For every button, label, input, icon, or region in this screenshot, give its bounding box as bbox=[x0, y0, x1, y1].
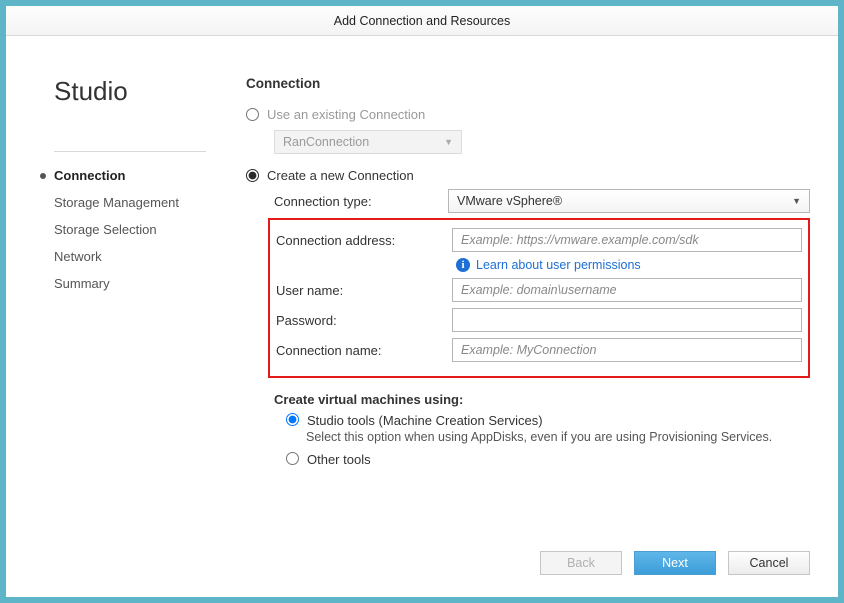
row-username: User name: bbox=[276, 278, 802, 302]
password-label: Password: bbox=[276, 313, 452, 328]
radio-existing-input[interactable] bbox=[246, 108, 259, 121]
nav-storage-selection[interactable]: Storage Selection bbox=[54, 216, 206, 243]
row-address: Connection address: bbox=[276, 228, 802, 252]
vm-option-other-label: Other tools bbox=[307, 452, 371, 467]
vm-option-studio[interactable]: Studio tools (Machine Creation Services) bbox=[286, 413, 810, 428]
row-password: Password: bbox=[276, 308, 802, 332]
radio-new[interactable]: Create a new Connection bbox=[246, 168, 810, 183]
nav-storage-management[interactable]: Storage Management bbox=[54, 189, 206, 216]
username-input[interactable] bbox=[452, 278, 802, 302]
highlighted-fields: Connection address: i Learn about user p… bbox=[268, 218, 810, 378]
main-panel: Connection Use an existing Connection Ra… bbox=[236, 36, 838, 597]
info-icon: i bbox=[456, 258, 470, 272]
connection-type-dropdown[interactable]: VMware vSphere® ▼ bbox=[448, 189, 810, 213]
radio-existing-label: Use an existing Connection bbox=[267, 107, 425, 122]
vm-section: Create virtual machines using: Studio to… bbox=[274, 392, 810, 467]
vm-option-studio-desc: Select this option when using AppDisks, … bbox=[306, 430, 810, 444]
button-bar: Back Next Cancel bbox=[540, 551, 810, 575]
vm-heading: Create virtual machines using: bbox=[274, 392, 810, 407]
connection-type-value: VMware vSphere® bbox=[457, 194, 562, 208]
nav-network[interactable]: Network bbox=[54, 243, 206, 270]
content-area: Studio Connection Storage Management Sto… bbox=[6, 36, 838, 597]
type-label: Connection type: bbox=[274, 194, 448, 209]
vm-radio-other[interactable] bbox=[286, 452, 299, 465]
nav-connection[interactable]: Connection bbox=[54, 162, 206, 189]
cancel-button[interactable]: Cancel bbox=[728, 551, 810, 575]
chevron-down-icon: ▼ bbox=[444, 137, 453, 147]
connection-name-input[interactable] bbox=[452, 338, 802, 362]
vm-radio-studio[interactable] bbox=[286, 413, 299, 426]
username-label: User name: bbox=[276, 283, 452, 298]
connection-name-label: Connection name: bbox=[276, 343, 452, 358]
back-button: Back bbox=[540, 551, 622, 575]
wizard-window: Add Connection and Resources Studio Conn… bbox=[0, 0, 844, 603]
row-type: Connection type: VMware vSphere® ▼ bbox=[274, 189, 810, 213]
existing-connection-dropdown: RanConnection ▼ bbox=[274, 130, 462, 154]
section-heading: Connection bbox=[246, 76, 810, 91]
chevron-down-icon: ▼ bbox=[792, 196, 801, 206]
learn-permissions-link[interactable]: Learn about user permissions bbox=[476, 258, 641, 272]
password-input[interactable] bbox=[452, 308, 802, 332]
address-label: Connection address: bbox=[276, 233, 452, 248]
vm-option-other[interactable]: Other tools bbox=[286, 452, 810, 467]
permissions-link-row: i Learn about user permissions bbox=[456, 258, 802, 272]
connection-address-input[interactable] bbox=[452, 228, 802, 252]
radio-new-input[interactable] bbox=[246, 169, 259, 182]
nav-summary[interactable]: Summary bbox=[54, 270, 206, 297]
radio-existing[interactable]: Use an existing Connection bbox=[246, 107, 810, 122]
next-button[interactable]: Next bbox=[634, 551, 716, 575]
window-title: Add Connection and Resources bbox=[334, 14, 511, 28]
app-title: Studio bbox=[54, 76, 206, 107]
vm-option-studio-label: Studio tools (Machine Creation Services) bbox=[307, 413, 543, 428]
existing-connection-value: RanConnection bbox=[283, 135, 369, 149]
radio-new-label: Create a new Connection bbox=[267, 168, 414, 183]
title-bar: Add Connection and Resources bbox=[6, 6, 838, 36]
sidebar: Studio Connection Storage Management Sto… bbox=[6, 36, 236, 597]
new-connection-form: Connection type: VMware vSphere® ▼ bbox=[274, 189, 810, 213]
row-connection-name: Connection name: bbox=[276, 338, 802, 362]
sidebar-divider bbox=[54, 151, 206, 152]
